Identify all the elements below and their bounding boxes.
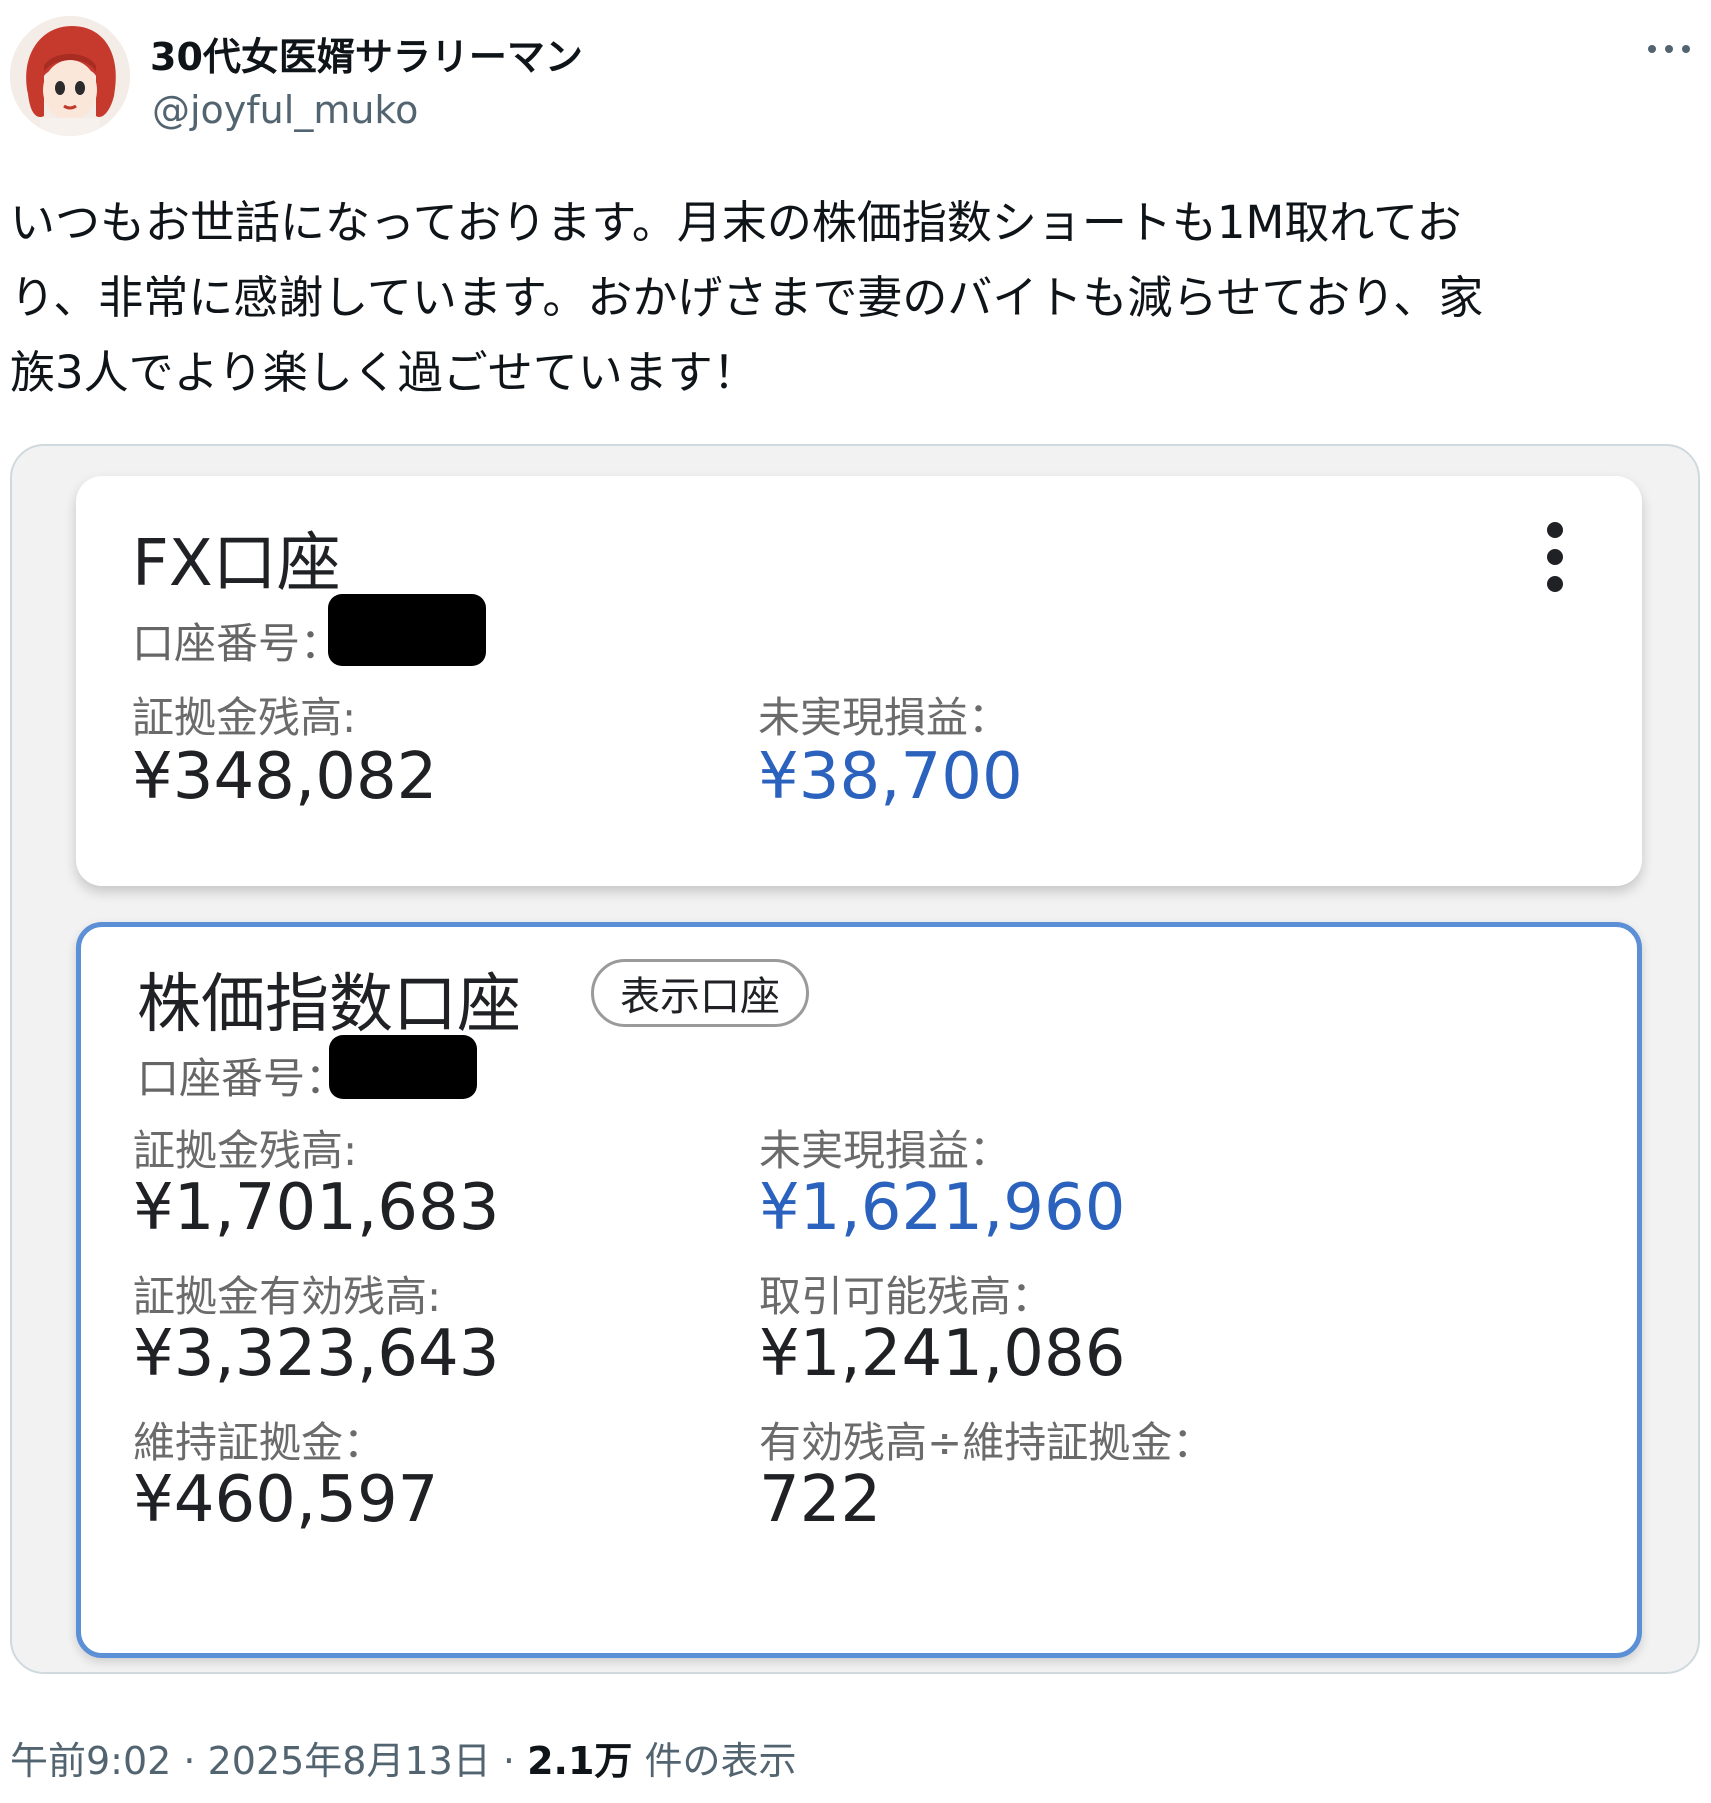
views-label: 件の表示: [644, 1739, 797, 1783]
index-account-title: 株価指数口座: [137, 968, 521, 1042]
tweet-text: いつもお世話になっております。月末の株価指数ショートも1M取れてお り、非常に感…: [10, 185, 1700, 410]
maintenance-margin-label: 維持証拠金：: [133, 1418, 386, 1467]
views-count: 2.1万: [527, 1739, 633, 1783]
margin-ratio-value: 722: [759, 1463, 882, 1537]
more-options-icon[interactable]: [1644, 30, 1694, 68]
kebab-menu-icon[interactable]: [1540, 522, 1570, 592]
index-account-card[interactable]: 株価指数口座 表示口座 口座番号： 証拠金残高: ¥1,701,683 未実現損…: [76, 922, 1642, 1658]
margin-balance-value: ¥1,701,683: [133, 1171, 500, 1245]
meta-separator: ·: [171, 1739, 208, 1783]
meta-space: [632, 1739, 644, 1783]
fx-account-title: FX口座: [132, 527, 341, 601]
display-name[interactable]: 30代女医婿サラリーマン: [150, 26, 583, 81]
margin-balance-label: 証拠金残高:: [132, 693, 357, 742]
unrealized-pl-label: 未実現損益：: [758, 693, 1011, 742]
redacted-account-number: [329, 1035, 477, 1099]
unrealized-pl-label: 未実現損益：: [759, 1126, 1012, 1175]
dot-icon: [1665, 45, 1673, 53]
redacted-account-number: [328, 594, 486, 666]
dot-icon: [1547, 549, 1563, 565]
tweet-meta: 午前9:02 · 2025年8月13日 · 2.1万 件の表示: [10, 1730, 797, 1785]
dot-icon: [1648, 45, 1656, 53]
dot-icon: [1547, 522, 1563, 538]
margin-ratio-label: 有効残高÷維持証拠金：: [759, 1418, 1215, 1467]
tradable-balance-value: ¥1,241,086: [759, 1317, 1126, 1391]
unrealized-pl-value: ¥38,700: [758, 740, 1023, 814]
tweet-media-image[interactable]: FX口座 口座番号： 証拠金残高: ¥348,082 未実現損益： ¥38,70…: [10, 444, 1700, 1674]
dot-icon: [1682, 45, 1690, 53]
user-handle[interactable]: @joyful_muko: [152, 88, 418, 132]
tweet-line: り、非常に感謝しています。おかげさまで妻のバイトも減らせており、家: [10, 271, 1484, 324]
account-number-label: 口座番号：: [137, 1054, 348, 1103]
tradable-balance-label: 取引可能残高：: [759, 1272, 1054, 1321]
meta-separator: ·: [490, 1739, 528, 1783]
margin-balance-value: ¥348,082: [132, 740, 438, 814]
maintenance-margin-value: ¥460,597: [133, 1463, 439, 1537]
tweet-date[interactable]: 2025年8月13日: [208, 1739, 491, 1783]
display-account-badge: 表示口座: [591, 959, 809, 1027]
effective-margin-label: 証拠金有効残高:: [133, 1272, 442, 1321]
effective-margin-value: ¥3,323,643: [133, 1317, 500, 1391]
avatar-illustration: [10, 16, 130, 136]
tweet-line: いつもお世話になっております。月末の株価指数ショートも1M取れてお: [10, 196, 1462, 249]
tweet-time[interactable]: 午前9:02: [10, 1739, 171, 1783]
margin-balance-label: 証拠金残高:: [133, 1126, 358, 1175]
account-number-label: 口座番号：: [132, 619, 343, 668]
unrealized-pl-value: ¥1,621,960: [759, 1171, 1126, 1245]
dot-icon: [1547, 576, 1563, 592]
avatar[interactable]: [10, 16, 130, 136]
fx-account-card[interactable]: FX口座 口座番号： 証拠金残高: ¥348,082 未実現損益： ¥38,70…: [76, 476, 1642, 886]
tweet-line: 族3人でより楽しく過ごせています！: [10, 346, 758, 399]
